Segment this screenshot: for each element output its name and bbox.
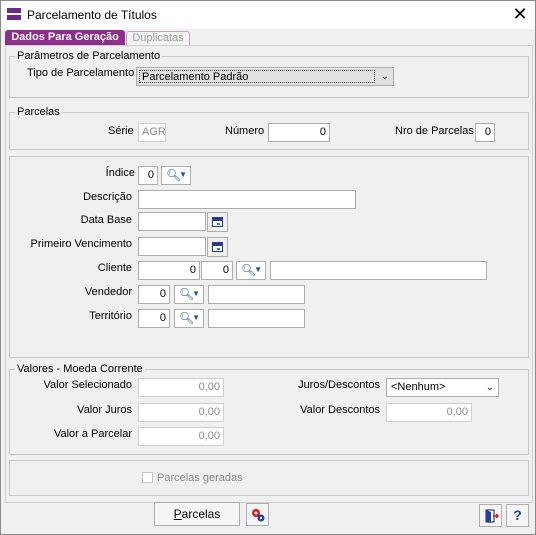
parcelas-button-mnemonic: P bbox=[173, 507, 182, 521]
cliente-lookup-button[interactable]: 🔍︎ ▼ bbox=[236, 261, 266, 280]
dialog-window: Parcelamento de Títulos ✕ Dados Para Ger… bbox=[0, 0, 536, 535]
parcelas-button[interactable]: Parcelas bbox=[154, 502, 240, 526]
nro-parcelas-label: Nro de Parcelas bbox=[395, 125, 474, 137]
valores-group: Valores - Moeda Corrente Valor Seleciona… bbox=[9, 363, 529, 455]
territorio-label: Território bbox=[89, 310, 132, 322]
calendar-icon bbox=[212, 217, 223, 227]
help-icon[interactable]: ? bbox=[506, 504, 529, 527]
primeiro-vencimento-field[interactable] bbox=[138, 237, 206, 256]
tipo-parcelamento-select[interactable]: Parcelamento Padrão ⌄ bbox=[136, 67, 394, 86]
exit-button[interactable] bbox=[479, 504, 502, 527]
parcelas-group: Parcelas Série AGR Número 0 Nro de Parce… bbox=[9, 106, 529, 150]
generate-button[interactable] bbox=[246, 503, 269, 526]
vendedor-code-field[interactable]: 0 bbox=[138, 285, 170, 304]
gears-icon bbox=[251, 509, 264, 522]
params-group: Parâmetros de Parcelamento Tipo de Parce… bbox=[9, 50, 529, 98]
cliente-code-field[interactable]: 0 bbox=[138, 261, 200, 280]
app-icon bbox=[7, 8, 21, 20]
valor-a-parcelar-label: Valor a Parcelar bbox=[53, 428, 132, 440]
juros-descontos-label: Juros/Descontos bbox=[298, 379, 380, 391]
chevron-down-icon: ▼ bbox=[192, 313, 200, 322]
status-group: Parcelas geradas bbox=[9, 460, 529, 496]
data-base-label: Data Base bbox=[80, 214, 132, 226]
data-base-calendar-button[interactable] bbox=[207, 212, 228, 232]
primeiro-vencimento-label: Primeiro Vencimento bbox=[30, 238, 133, 250]
params-group-label: Parâmetros de Parcelamento bbox=[15, 50, 163, 62]
cliente-label: Cliente bbox=[97, 262, 132, 274]
valores-group-label: Valores - Moeda Corrente bbox=[15, 363, 145, 375]
parcelas-button-label: arcelas bbox=[181, 507, 221, 521]
vendedor-lookup-button[interactable]: 🔍︎ ▼ bbox=[174, 285, 204, 304]
tipo-parcelamento-value: Parcelamento Padrão bbox=[139, 70, 375, 83]
serie-field[interactable]: AGR bbox=[138, 123, 166, 142]
juros-descontos-select[interactable]: <Nenhum> ⌄ bbox=[386, 378, 499, 397]
numero-label: Número bbox=[225, 125, 265, 137]
tipo-parcelamento-label: Tipo de Parcelamento bbox=[27, 67, 135, 79]
valor-juros-field[interactable]: 0,00 bbox=[138, 403, 224, 422]
cliente-store-field[interactable]: 0 bbox=[201, 261, 233, 280]
vendedor-name-field[interactable] bbox=[208, 285, 305, 304]
primeiro-vencimento-calendar-button[interactable] bbox=[207, 237, 228, 257]
valor-selecionado-field[interactable]: 0,00 bbox=[138, 378, 224, 397]
numero-field[interactable]: 0 bbox=[268, 123, 330, 142]
chevron-down-icon: ▼ bbox=[254, 265, 262, 274]
chevron-down-icon: ▼ bbox=[179, 170, 187, 179]
chevron-down-icon: ⌄ bbox=[485, 382, 494, 393]
chevron-down-icon: ⌄ bbox=[380, 71, 389, 82]
territorio-code-field[interactable]: 0 bbox=[138, 309, 170, 328]
juros-descontos-value: <Nenhum> bbox=[391, 381, 446, 393]
tab-dados-para-geracao[interactable]: Dados Para Geração bbox=[5, 30, 125, 45]
exit-door-icon bbox=[485, 509, 499, 523]
descricao-field[interactable] bbox=[138, 190, 356, 209]
territorio-lookup-button[interactable]: 🔍︎ ▼ bbox=[174, 309, 204, 328]
details-group: Índice 0 🔍︎ ▼ Descrição Data Base Primei… bbox=[9, 156, 529, 358]
indice-lookup-button[interactable]: 🔍︎ ▼ bbox=[161, 166, 191, 185]
parcelas-geradas-label: Parcelas geradas bbox=[157, 472, 243, 484]
nro-parcelas-field[interactable]: 0 bbox=[475, 123, 495, 142]
title-bar: Parcelamento de Títulos ✕ bbox=[1, 1, 535, 29]
indice-label: Índice bbox=[105, 167, 135, 179]
indice-field[interactable]: 0 bbox=[138, 166, 158, 185]
close-icon[interactable]: ✕ bbox=[507, 3, 533, 25]
data-base-field[interactable] bbox=[138, 212, 206, 231]
window-title: Parcelamento de Títulos bbox=[27, 8, 157, 22]
valor-juros-label: Valor Juros bbox=[77, 404, 132, 416]
territorio-name-field[interactable] bbox=[208, 309, 305, 328]
valor-descontos-label: Valor Descontos bbox=[300, 404, 380, 416]
valor-a-parcelar-field[interactable]: 0,00 bbox=[138, 427, 224, 446]
parcelas-group-label: Parcelas bbox=[15, 106, 62, 118]
vendedor-label: Vendedor bbox=[84, 286, 132, 298]
parcelas-geradas-checkbox[interactable] bbox=[142, 472, 153, 483]
tab-duplicatas[interactable]: Duplicatas bbox=[126, 31, 190, 45]
valor-descontos-field[interactable]: 0,00 bbox=[386, 403, 472, 422]
cliente-name-field[interactable] bbox=[270, 261, 487, 280]
tab-panel: Parâmetros de Parcelamento Tipo de Parce… bbox=[5, 45, 533, 503]
valor-selecionado-label: Valor Selecionado bbox=[43, 379, 132, 391]
chevron-down-icon: ▼ bbox=[192, 289, 200, 298]
serie-label: Série bbox=[108, 125, 134, 137]
calendar-icon bbox=[212, 242, 223, 252]
descricao-label: Descrição bbox=[83, 191, 132, 203]
